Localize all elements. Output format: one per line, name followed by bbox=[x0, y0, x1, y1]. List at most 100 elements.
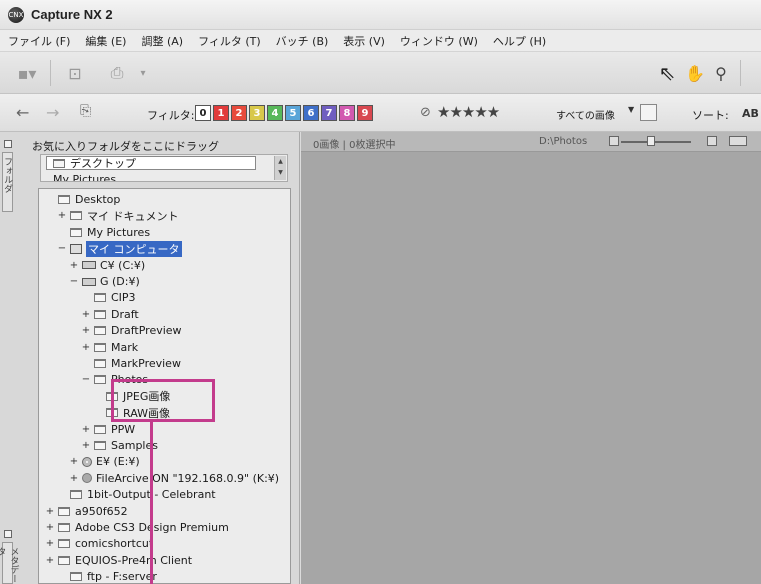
favorites-scrollbar[interactable]: ▲ ▼ bbox=[274, 156, 286, 180]
expand-icon[interactable]: + bbox=[69, 260, 79, 271]
filter-label-6[interactable]: 6 bbox=[303, 105, 319, 121]
filter-label-5[interactable]: 5 bbox=[285, 105, 301, 121]
tree-item-label: PPW bbox=[111, 422, 136, 436]
zoom-tool-icon[interactable]: ⚲ bbox=[708, 60, 734, 86]
expand-icon[interactable]: + bbox=[45, 522, 55, 533]
tree-item[interactable]: + Adobe CS3 Design Premium bbox=[45, 519, 229, 536]
expand-icon[interactable]: + bbox=[69, 456, 79, 467]
expand-icon[interactable]: + bbox=[81, 424, 91, 435]
favorite-item[interactable]: デスクトップ bbox=[46, 156, 256, 170]
arrow-pointer-icon[interactable]: ⇖ bbox=[654, 60, 680, 86]
tree-item-label: CIP3 bbox=[111, 291, 136, 305]
expand-icon[interactable]: + bbox=[45, 538, 55, 549]
app-logo-icon: CNX bbox=[8, 6, 24, 23]
tree-item[interactable]: + Samples bbox=[81, 437, 158, 454]
tree-item[interactable]: + Mark bbox=[81, 339, 138, 356]
expand-icon[interactable]: + bbox=[81, 325, 91, 336]
tree-item[interactable]: 1bit-Output - Celebrant bbox=[57, 486, 216, 503]
favorite-item[interactable]: My Pictures bbox=[53, 172, 116, 182]
grid-view-icon[interactable] bbox=[729, 136, 747, 146]
tree-item[interactable]: + DraftPreview bbox=[81, 322, 182, 339]
menu-filter[interactable]: フィルタ (T) bbox=[198, 33, 261, 49]
forward-arrow-icon[interactable]: → bbox=[46, 103, 59, 122]
tree-item-label: マイ コンピュータ bbox=[86, 240, 182, 257]
menu-edit[interactable]: 編集 (E) bbox=[85, 33, 126, 49]
folder-icon bbox=[53, 158, 65, 168]
folder-icon bbox=[70, 572, 82, 582]
menu-help[interactable]: ヘルプ (H) bbox=[493, 33, 546, 49]
tree-item[interactable]: + EQUIOS-Pre4m Client bbox=[45, 552, 192, 569]
tree-item[interactable]: My Pictures bbox=[57, 224, 150, 241]
collapse-icon[interactable]: − bbox=[69, 276, 79, 287]
tree-item[interactable]: − マイ コンピュータ bbox=[57, 240, 182, 257]
back-arrow-icon[interactable]: ← bbox=[16, 103, 29, 122]
menu-view[interactable]: 表示 (V) bbox=[343, 33, 385, 49]
slider-thumb[interactable] bbox=[647, 136, 655, 146]
thumbnail-large-icon[interactable] bbox=[707, 136, 717, 146]
tree-item[interactable]: + E¥ (E:¥) bbox=[69, 453, 140, 470]
expand-icon[interactable]: + bbox=[57, 210, 67, 221]
tree-item[interactable]: + マイ ドキュメント bbox=[57, 207, 179, 224]
collapse-folders-icon[interactable] bbox=[4, 140, 12, 148]
up-folder-icon[interactable]: ⎘ bbox=[80, 103, 91, 119]
thumbnail-small-icon[interactable] bbox=[609, 136, 619, 146]
tree-item[interactable]: + C¥ (C:¥) bbox=[69, 257, 145, 274]
view-filter-select[interactable]: すべての画像 bbox=[556, 107, 615, 122]
network-drive-icon bbox=[82, 473, 92, 484]
folder-icon bbox=[94, 326, 106, 336]
sort-select[interactable]: AB bbox=[742, 107, 759, 120]
expand-icon[interactable]: + bbox=[45, 506, 55, 517]
tree-item[interactable]: − G (D:¥) bbox=[69, 273, 140, 290]
filter-label-9[interactable]: 9 bbox=[357, 105, 373, 121]
tree-item[interactable]: CIP3 bbox=[81, 289, 136, 306]
print-icon[interactable]: ⎙ bbox=[104, 60, 130, 86]
collapse-icon[interactable]: − bbox=[81, 374, 91, 385]
tree-item[interactable]: + FileArcive ON "192.168.0.9" (K:¥) bbox=[69, 470, 279, 487]
tree-item-label: C¥ (C:¥) bbox=[100, 258, 146, 272]
expand-icon[interactable]: + bbox=[45, 555, 55, 566]
filter-label-1[interactable]: 1 bbox=[213, 105, 229, 121]
tree-item[interactable]: + Draft bbox=[81, 306, 139, 323]
browse-icon[interactable]: ⊡ bbox=[62, 60, 88, 86]
filter-label-4[interactable]: 4 bbox=[267, 105, 283, 121]
collapse-icon[interactable]: − bbox=[57, 243, 67, 254]
view-mode-icon[interactable] bbox=[640, 104, 657, 121]
expand-icon[interactable]: + bbox=[69, 473, 79, 484]
menu-window[interactable]: ウィンドウ (W) bbox=[400, 33, 478, 49]
chevron-down-icon[interactable]: ▼ bbox=[628, 105, 634, 114]
menu-file[interactable]: ファイル (F) bbox=[8, 33, 70, 49]
expand-icon[interactable]: + bbox=[81, 342, 91, 353]
image-browser-area[interactable]: 0画像 | 0枚選択中 D:\Photos bbox=[301, 132, 761, 584]
no-rating-icon[interactable]: ⊘ bbox=[420, 105, 431, 120]
thumbnail-size-slider[interactable] bbox=[621, 141, 691, 143]
menu-adjust[interactable]: 調整 (A) bbox=[141, 33, 183, 49]
rating-filter-stars[interactable]: ★★★★★ bbox=[437, 103, 500, 121]
layout-menu-icon[interactable]: ▪▾ bbox=[14, 60, 40, 86]
filter-label-2[interactable]: 2 bbox=[231, 105, 247, 121]
expand-icon[interactable]: + bbox=[81, 440, 91, 451]
hand-tool-icon[interactable]: ✋ bbox=[682, 60, 708, 86]
dropdown-icon[interactable]: ▾ bbox=[130, 60, 156, 86]
filter-label-8[interactable]: 8 bbox=[339, 105, 355, 121]
tree-item[interactable]: Desktop bbox=[45, 191, 120, 208]
tab-folders[interactable]: フォルダ bbox=[2, 152, 13, 212]
folder-icon bbox=[94, 359, 106, 368]
tree-item[interactable]: + PPW bbox=[81, 421, 135, 438]
favorites-list[interactable]: デスクトップ My Pictures ▲ ▼ bbox=[40, 154, 288, 182]
menu-batch[interactable]: バッチ (B) bbox=[276, 33, 329, 49]
tab-metadata[interactable]: メタデータ bbox=[0, 542, 19, 584]
tree-item-label: Draft bbox=[111, 307, 139, 321]
current-path: D:\Photos bbox=[539, 136, 588, 147]
filter-label-0[interactable]: 0 bbox=[195, 105, 211, 121]
tree-item-label: a950f652 bbox=[75, 504, 128, 518]
folder-icon bbox=[94, 441, 106, 450]
tree-item[interactable]: + a950f652 bbox=[45, 503, 128, 520]
filter-label-3[interactable]: 3 bbox=[249, 105, 265, 121]
tree-item[interactable]: MarkPreview bbox=[81, 355, 181, 372]
filter-label-7[interactable]: 7 bbox=[321, 105, 337, 121]
toolbar-divider bbox=[740, 60, 741, 86]
expand-icon[interactable]: + bbox=[81, 309, 91, 320]
tree-item[interactable]: ftp - F:server bbox=[57, 568, 157, 583]
tree-item[interactable]: + comicshortcut bbox=[45, 535, 153, 552]
collapse-metadata-icon[interactable] bbox=[4, 530, 12, 538]
